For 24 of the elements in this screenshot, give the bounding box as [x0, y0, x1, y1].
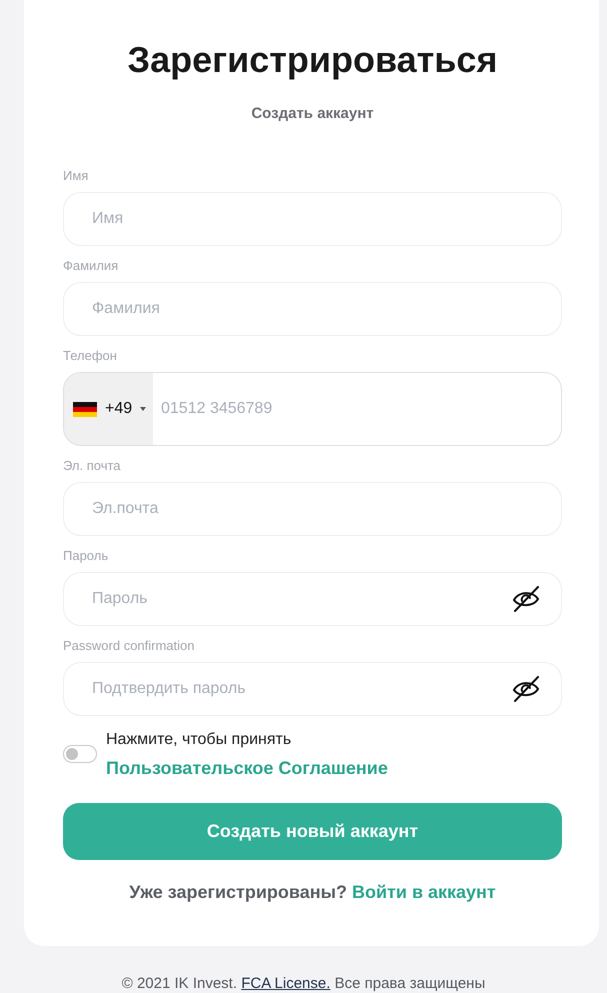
field-label: Эл. почта: [63, 458, 121, 474]
terms-text: Нажмите, чтобы принять Пользовательское Соглашение: [106, 726, 388, 782]
password-field[interactable]: Пароль: [63, 572, 562, 626]
caret-icon: [140, 407, 146, 411]
flag-icon: [73, 402, 97, 416]
eye-off-icon[interactable]: [512, 586, 540, 612]
toggle-switch[interactable]: [63, 745, 97, 763]
login-prompt: Уже зарегистрированы? Войти в аккаунт: [129, 881, 496, 904]
page-title: Зарегистрироваться: [128, 38, 498, 82]
field-label: Телефон: [63, 348, 117, 364]
field-label: Имя: [63, 168, 88, 184]
input-field[interactable]: Эл.почта: [63, 482, 562, 536]
field-label: Password confirmation: [63, 638, 194, 654]
page-subtitle: Создать аккаунт: [251, 104, 374, 124]
field-label: Фамилия: [63, 258, 118, 274]
phone-field[interactable]: +49 01512 3456789: [63, 372, 562, 446]
input-field[interactable]: Имя: [63, 192, 562, 246]
license-link[interactable]: FCA License.: [241, 975, 330, 992]
country-code-select[interactable]: +49: [64, 373, 153, 445]
password-field[interactable]: Подтвердить пароль: [63, 662, 562, 716]
eye-off-icon[interactable]: [512, 676, 540, 702]
field-label: Пароль: [63, 548, 108, 564]
input-field[interactable]: Фамилия: [63, 282, 562, 336]
footer-text: © 2021 IK Invest. FCA License. Все права защищены: [122, 975, 486, 993]
